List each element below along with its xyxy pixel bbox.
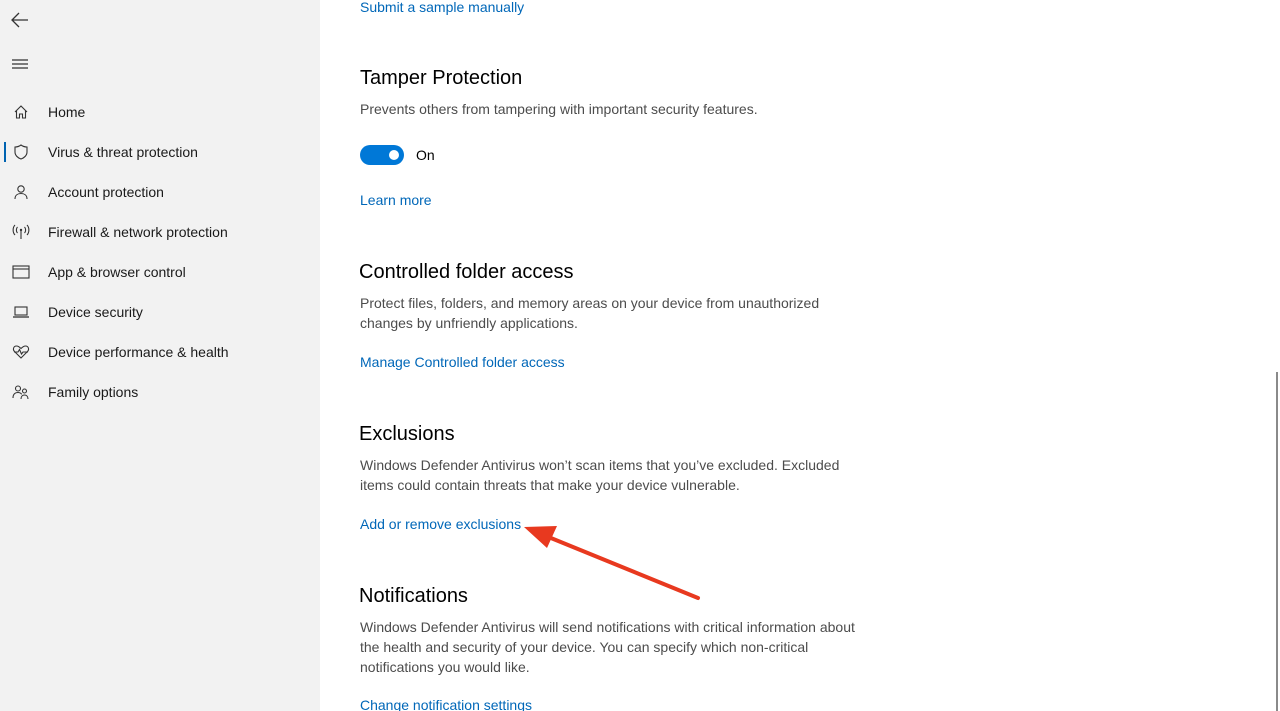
- sidebar-item-label: Device performance & health: [48, 344, 229, 360]
- tamper-protection-toggle-state: On: [416, 147, 435, 163]
- controlled-folder-access-description: Protect files, folders, and memory areas…: [360, 295, 820, 331]
- toggle-knob: [389, 150, 399, 160]
- sidebar-item-label: Home: [48, 104, 86, 120]
- family-icon: [12, 384, 30, 400]
- laptop-icon: [12, 304, 30, 320]
- sidebar-item-label: Device security: [48, 304, 143, 320]
- sidebar-item-home[interactable]: Home: [0, 92, 320, 132]
- heart-pulse-icon: [12, 344, 30, 360]
- sidebar-item-family-options[interactable]: Family options: [0, 372, 320, 412]
- sidebar-item-firewall-network-protection[interactable]: Firewall & network protection: [0, 212, 320, 252]
- exclusions-description: Windows Defender Antivirus won’t scan it…: [360, 457, 840, 493]
- scrollbar[interactable]: [1276, 372, 1278, 711]
- notifications-title: Notifications: [359, 585, 468, 607]
- add-remove-exclusions-link[interactable]: Add or remove exclusions: [360, 516, 521, 532]
- sidebar-item-label: Account protection: [48, 184, 164, 200]
- learn-more-link[interactable]: Learn more: [360, 192, 432, 208]
- back-arrow-icon: [11, 12, 28, 28]
- person-icon: [12, 184, 30, 200]
- back-button[interactable]: [8, 8, 32, 32]
- home-icon: [12, 104, 30, 120]
- notifications-description: Windows Defender Antivirus will send not…: [360, 619, 855, 675]
- controlled-folder-access-title: Controlled folder access: [359, 261, 574, 283]
- change-notification-settings-link[interactable]: Change notification settings: [360, 697, 532, 711]
- main-content: Submit a sample manually Tamper Protecti…: [320, 0, 1280, 711]
- sidebar-item-device-performance-health[interactable]: Device performance & health: [0, 332, 320, 372]
- tamper-protection-title: Tamper Protection: [360, 67, 523, 89]
- shield-icon: [12, 144, 30, 160]
- tamper-protection-toggle[interactable]: [360, 145, 404, 165]
- manage-controlled-folder-access-link[interactable]: Manage Controlled folder access: [360, 354, 565, 370]
- sidebar-item-label: Firewall & network protection: [48, 224, 228, 240]
- sidebar-item-virus-threat-protection[interactable]: Virus & threat protection: [0, 132, 320, 172]
- windows-security-window: Home Virus & threat protection Account p…: [0, 0, 1280, 711]
- submit-sample-link[interactable]: Submit a sample manually: [360, 0, 524, 15]
- antenna-icon: [12, 224, 30, 240]
- browser-window-icon: [12, 264, 30, 280]
- sidebar-item-device-security[interactable]: Device security: [0, 292, 320, 332]
- sidebar-item-label: Family options: [48, 384, 139, 400]
- menu-button[interactable]: [8, 52, 32, 76]
- exclusions-title: Exclusions: [359, 423, 455, 445]
- sidebar-item-label: App & browser control: [48, 264, 186, 280]
- sidebar-nav: Home Virus & threat protection Account p…: [0, 92, 320, 412]
- sidebar-item-label: Virus & threat protection: [48, 144, 198, 160]
- tamper-protection-description: Prevents others from tampering with impo…: [360, 101, 758, 117]
- hamburger-menu-icon: [12, 59, 28, 69]
- sidebar-item-app-browser-control[interactable]: App & browser control: [0, 252, 320, 292]
- sidebar-item-account-protection[interactable]: Account protection: [0, 172, 320, 212]
- sidebar: Home Virus & threat protection Account p…: [0, 0, 320, 711]
